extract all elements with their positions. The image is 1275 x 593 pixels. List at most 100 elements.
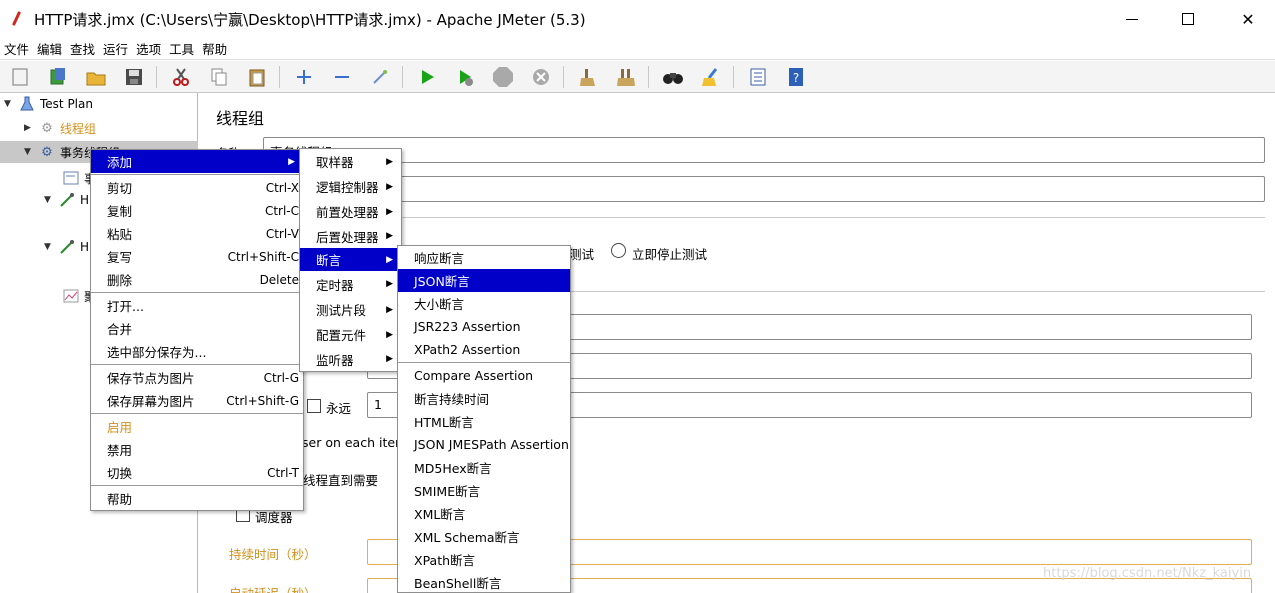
assertion-xml-schema[interactable]: XML Schema断言	[398, 525, 570, 548]
assertion-json-jmespath[interactable]: JSON JMESPath Assertion	[398, 433, 570, 456]
reset-search-icon[interactable]	[699, 65, 723, 89]
assertion-size[interactable]: 大小断言	[398, 292, 570, 315]
menu-item-disable[interactable]: 禁用	[91, 438, 303, 461]
assertion-jsr223[interactable]: JSR223 Assertion	[398, 315, 570, 338]
submenu-item-sampler[interactable]: 取样器 ▶	[300, 149, 401, 174]
context-menu: 添加 ▶ 剪切 Ctrl-X 复制 Ctrl-C 粘贴 Ctrl-V 复写 Ctrl+Sh…	[90, 149, 304, 511]
search-icon[interactable]	[661, 65, 685, 89]
menu-item-label: 后置处理器	[316, 229, 379, 245]
clear-icon[interactable]	[576, 65, 600, 89]
open-icon[interactable]	[84, 65, 108, 89]
cut-icon[interactable]	[169, 65, 193, 89]
copy-icon[interactable]	[207, 65, 231, 89]
submenu-item-assertions[interactable]: 断言 ▶	[300, 248, 401, 271]
collapse-arrow-icon[interactable]: ▼	[4, 99, 14, 109]
menu-item-label: 保存节点为图片	[107, 371, 195, 386]
start-icon[interactable]	[415, 65, 439, 89]
tree-item-http-request-2[interactable]: ▼ H	[44, 236, 89, 258]
menu-item-label: Compare Assertion	[414, 368, 534, 383]
tree-item-http-request-1[interactable]: ▼ H	[44, 189, 89, 211]
menu-help[interactable]: 帮助	[202, 39, 227, 58]
menu-run[interactable]: 运行	[103, 39, 128, 58]
menu-file[interactable]: 文件	[4, 39, 29, 58]
expand-arrow-icon[interactable]: ▶	[24, 123, 34, 133]
shutdown-icon[interactable]	[529, 65, 553, 89]
menu-options[interactable]: 选项	[136, 39, 161, 58]
templates-icon[interactable]	[46, 65, 70, 89]
jmeter-feather-icon	[10, 11, 24, 27]
tree-item-test-plan[interactable]: ▼ Test Plan	[4, 93, 93, 115]
menu-item-toggle[interactable]: 切换 Ctrl-T	[91, 461, 303, 484]
submenu-item-pre-processor[interactable]: 前置处理器 ▶	[300, 199, 401, 224]
assertion-md5hex[interactable]: MD5Hex断言	[398, 456, 570, 479]
menu-item-cut[interactable]: 剪切 Ctrl-X	[91, 176, 303, 199]
close-button[interactable]: ✕	[1222, 0, 1274, 38]
paste-icon[interactable]	[245, 65, 269, 89]
assertion-xpath2[interactable]: XPath2 Assertion	[398, 338, 570, 361]
assertion-smime[interactable]: SMIME断言	[398, 479, 570, 502]
submenu-arrow-icon: ▶	[386, 206, 393, 217]
submenu-arrow-icon: ▶	[386, 329, 393, 340]
assertion-xml[interactable]: XML断言	[398, 502, 570, 525]
help-icon[interactable]: ?	[784, 65, 808, 89]
menu-item-label: 响应断言	[414, 251, 465, 266]
submenu-item-test-fragment[interactable]: 测试片段 ▶	[300, 297, 401, 322]
collapse-icon[interactable]	[330, 65, 354, 89]
shortcut-label: Ctrl-V	[265, 226, 299, 241]
menu-item-save-selection-as[interactable]: 选中部分保存为...	[91, 340, 303, 363]
menu-item-label: XML断言	[414, 507, 466, 522]
comments-field[interactable]	[263, 176, 1265, 202]
forever-checkbox[interactable]	[307, 399, 321, 413]
delay-thread-label: 线程直到需要	[303, 473, 379, 488]
menu-edit[interactable]: 编辑	[37, 39, 62, 58]
toggle-icon[interactable]	[368, 65, 392, 89]
save-icon[interactable]	[122, 65, 146, 89]
new-icon[interactable]	[8, 65, 32, 89]
menu-item-paste[interactable]: 粘贴 Ctrl-V	[91, 222, 303, 245]
assertion-json[interactable]: JSON断言	[398, 269, 570, 292]
menu-item-duplicate[interactable]: 复写 Ctrl+Shift-C	[91, 245, 303, 268]
menu-item-help[interactable]: 帮助	[91, 487, 303, 510]
submenu-item-config-element[interactable]: 配置元件 ▶	[300, 322, 401, 347]
threads-field[interactable]	[567, 314, 1252, 340]
menu-item-label: 断言	[316, 253, 342, 268]
menu-item-merge[interactable]: 合并	[91, 317, 303, 340]
menu-item-save-screen-image[interactable]: 保存屏幕为图片 Ctrl+Shift-G	[91, 389, 303, 412]
radio-stop-test-now[interactable]	[611, 243, 626, 258]
minimize-button[interactable]	[1106, 0, 1158, 38]
menu-item-label: XPath2 Assertion	[414, 342, 521, 357]
submenu-arrow-icon: ▶	[386, 181, 393, 192]
menu-item-enable[interactable]: 启用	[91, 415, 303, 438]
assertion-html[interactable]: HTML断言	[398, 410, 570, 433]
menu-item-label: JSON JMESPath Assertion	[414, 437, 569, 452]
menu-item-save-node-image[interactable]: 保存节点为图片 Ctrl-G	[91, 366, 303, 389]
assertion-beanshell[interactable]: BeanShell断言	[398, 571, 570, 592]
collapse-arrow-icon[interactable]: ▼	[44, 242, 54, 252]
assertion-xpath[interactable]: XPath断言	[398, 548, 570, 571]
submenu-item-listener[interactable]: 监听器 ▶	[300, 347, 401, 371]
expand-icon[interactable]	[292, 65, 316, 89]
menu-item-delete[interactable]: 删除 Delete	[91, 268, 303, 291]
submenu-item-logic-controller[interactable]: 逻辑控制器 ▶	[300, 174, 401, 199]
submenu-item-timer[interactable]: 定时器 ▶	[300, 271, 401, 297]
function-helper-icon[interactable]	[746, 65, 770, 89]
assertion-compare[interactable]: Compare Assertion	[398, 364, 570, 387]
collapse-arrow-icon[interactable]: ▼	[44, 195, 54, 205]
submenu-arrow-icon: ▶	[386, 354, 393, 364]
assertion-duration[interactable]: 断言持续时间	[398, 387, 570, 410]
pipette-icon	[58, 192, 76, 208]
submenu-item-post-processor[interactable]: 后置处理器 ▶	[300, 224, 401, 248]
start-no-pause-icon[interactable]	[453, 65, 477, 89]
menu-item-copy[interactable]: 复制 Ctrl-C	[91, 199, 303, 222]
tree-item-thread-group[interactable]: ▶ ⚙ 线程组	[24, 117, 96, 139]
menu-item-open[interactable]: 打开...	[91, 294, 303, 317]
menu-tools[interactable]: 工具	[169, 39, 194, 58]
clear-all-icon[interactable]	[614, 65, 638, 89]
assertion-response[interactable]: 响应断言	[398, 246, 570, 269]
menu-search[interactable]: 查找	[70, 39, 95, 58]
stop-icon[interactable]	[491, 65, 515, 89]
name-field[interactable]: 事务线程组	[263, 137, 1265, 163]
menu-item-add[interactable]: 添加 ▶	[91, 150, 303, 173]
collapse-arrow-icon[interactable]: ▼	[24, 147, 34, 157]
maximize-button[interactable]	[1162, 0, 1214, 38]
